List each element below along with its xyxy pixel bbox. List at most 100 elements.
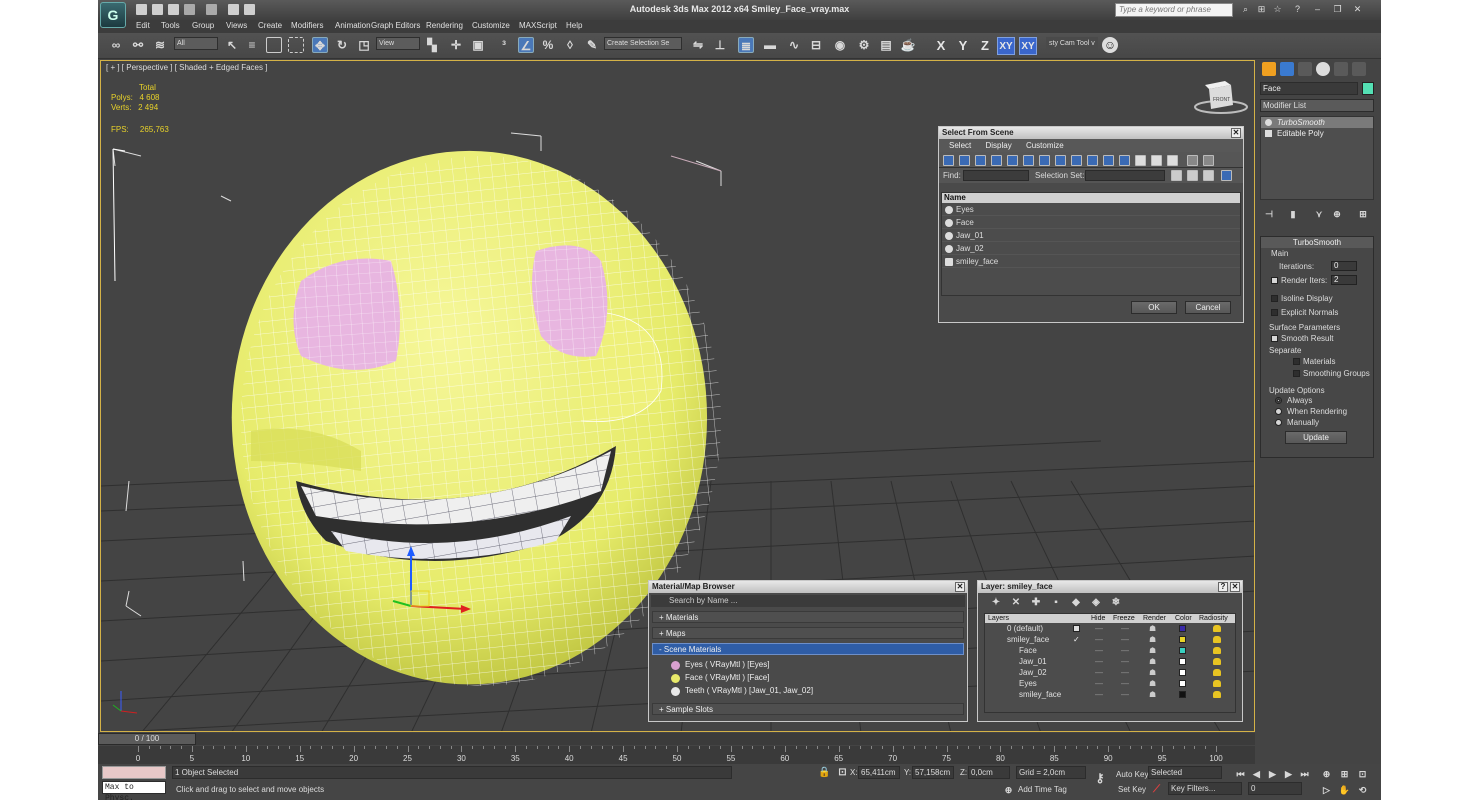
- select-and-move-icon[interactable]: ✥: [312, 37, 328, 53]
- star-icon[interactable]: ☆: [1272, 4, 1283, 15]
- play-icon[interactable]: ▶: [1266, 766, 1279, 779]
- freeze-toggle[interactable]: —: [1121, 623, 1129, 634]
- smooth-result-checkbox[interactable]: [1271, 335, 1278, 342]
- render-teapot-icon[interactable]: ☗: [1149, 667, 1156, 678]
- stack-item-turbosmooth[interactable]: TurboSmooth: [1261, 117, 1373, 128]
- turbosmooth-rollout-title[interactable]: TurboSmooth: [1261, 237, 1373, 248]
- render-setup-icon[interactable]: ⚙: [856, 37, 872, 53]
- app-logo-icon[interactable]: G: [100, 2, 126, 28]
- hide-toggle[interactable]: —: [1095, 645, 1103, 656]
- scene-material-item[interactable]: Face ( VRayMtl ) [Face]: [659, 672, 964, 684]
- table-row[interactable]: smiley_face ✓ — — ☗: [985, 634, 1235, 645]
- add-time-tag[interactable]: Add Time Tag: [1018, 785, 1067, 794]
- help-icon[interactable]: ?: [1218, 582, 1228, 592]
- display-none-icon[interactable]: [1151, 155, 1162, 166]
- viewport-label[interactable]: [ + ] [ Perspective ] [ Shaded + Edged F…: [106, 63, 267, 72]
- menu-graph-editors[interactable]: Graph Editors: [371, 21, 420, 30]
- y-coordinate-field[interactable]: 57,158cm: [912, 766, 954, 779]
- stack-item-editable-poly[interactable]: Editable Poly: [1261, 128, 1373, 139]
- x-coordinate-field[interactable]: 65,411cm: [858, 766, 900, 779]
- layer-manager-icon[interactable]: ≣: [738, 37, 754, 53]
- infocenter-icon[interactable]: ⊞: [1256, 4, 1267, 15]
- lock-selection-icon[interactable]: 🔒: [818, 765, 831, 778]
- go-to-end-icon[interactable]: ⏭: [1298, 766, 1311, 779]
- modify-tab-icon[interactable]: [1280, 62, 1294, 76]
- binoculars-icon[interactable]: ⌕: [1240, 4, 1251, 15]
- display-all-icon[interactable]: [1135, 155, 1146, 166]
- graphite-ribbon-icon[interactable]: ▬: [762, 37, 778, 53]
- hide-toggle[interactable]: —: [1095, 678, 1103, 689]
- maxscript-listener-pink[interactable]: [102, 766, 166, 779]
- display-shapes-icon[interactable]: [959, 155, 970, 166]
- layer-color-swatch[interactable]: [1179, 658, 1186, 665]
- snaps-toggle-icon[interactable]: ³: [496, 37, 512, 53]
- edit-named-selection-icon[interactable]: ✎: [584, 37, 600, 53]
- sfs-menu-select[interactable]: Select: [949, 139, 971, 152]
- select-by-name-icon[interactable]: ≡: [244, 37, 260, 53]
- expand-icon[interactable]: [1265, 130, 1272, 137]
- sfs-menu-customize[interactable]: Customize: [1026, 139, 1064, 152]
- list-item[interactable]: smiley_face: [942, 255, 1240, 268]
- column-layers[interactable]: Layers: [988, 614, 1009, 623]
- create-set-icon[interactable]: [1171, 170, 1182, 181]
- column-radiosity[interactable]: Radiosity: [1199, 614, 1228, 623]
- make-unique-icon[interactable]: ⋎: [1312, 206, 1326, 219]
- percent-snap-icon[interactable]: %: [540, 37, 556, 53]
- current-frame-field[interactable]: 0: [1248, 782, 1302, 795]
- render-teapot-icon[interactable]: ☗: [1149, 645, 1156, 656]
- layer-color-swatch[interactable]: [1179, 691, 1186, 698]
- keyboard-shortcut-override-icon[interactable]: ▣: [470, 37, 486, 53]
- axis-x-button[interactable]: X: [932, 37, 950, 55]
- display-xrefs-icon[interactable]: [1055, 155, 1066, 166]
- find-input[interactable]: [963, 170, 1029, 181]
- display-spacewarps-icon[interactable]: [1023, 155, 1034, 166]
- always-radio[interactable]: [1275, 397, 1282, 404]
- table-row[interactable]: Eyes — — ☗: [985, 678, 1235, 689]
- render-teapot-icon[interactable]: ☗: [1149, 678, 1156, 689]
- spinner-snap-icon[interactable]: ◊: [562, 37, 578, 53]
- active-layer-checkbox[interactable]: [1073, 625, 1080, 632]
- radiosity-bulb-icon[interactable]: [1213, 691, 1221, 698]
- menu-views[interactable]: Views: [226, 21, 247, 30]
- radiosity-bulb-icon[interactable]: [1213, 680, 1221, 687]
- create-tab-icon[interactable]: [1262, 62, 1276, 76]
- materials-checkbox[interactable]: [1293, 358, 1300, 365]
- render-teapot-icon[interactable]: ☗: [1149, 689, 1156, 700]
- display-geometry-icon[interactable]: [943, 155, 954, 166]
- pivot-center-icon[interactable]: ▚: [424, 37, 440, 53]
- create-layer-icon[interactable]: ✦: [988, 595, 1004, 611]
- remove-set-icon[interactable]: [1187, 170, 1198, 181]
- active-layer-check-icon[interactable]: ✓: [1073, 634, 1080, 645]
- display-tab-icon[interactable]: [1334, 62, 1348, 76]
- radiosity-bulb-icon[interactable]: [1213, 669, 1221, 676]
- window-crossing-icon[interactable]: [288, 37, 304, 53]
- radiosity-bulb-icon[interactable]: [1213, 658, 1221, 665]
- category-sample-slots[interactable]: + Sample Slots: [652, 703, 964, 715]
- field-of-view-icon[interactable]: ▷: [1320, 782, 1333, 795]
- menu-tools[interactable]: Tools: [161, 21, 180, 30]
- table-row[interactable]: Face — — ☗: [985, 645, 1235, 656]
- column-render[interactable]: Render: [1143, 614, 1166, 623]
- list-item[interactable]: Jaw_02: [942, 242, 1240, 255]
- pan-view-icon[interactable]: ✋: [1338, 782, 1351, 795]
- previous-frame-icon[interactable]: ◀: [1250, 766, 1263, 779]
- render-teapot-icon[interactable]: ☗: [1149, 623, 1156, 634]
- select-and-rotate-icon[interactable]: ↻: [334, 37, 350, 53]
- table-row[interactable]: 0 (default) — — ☗: [985, 623, 1235, 634]
- layer-color-swatch[interactable]: [1179, 636, 1186, 643]
- close-icon[interactable]: ✕: [1230, 582, 1240, 592]
- object-color-swatch[interactable]: [1362, 82, 1374, 95]
- smoothing-groups-checkbox[interactable]: [1293, 370, 1300, 377]
- smiley-tool-icon[interactable]: ☺: [1102, 37, 1118, 53]
- help-icon[interactable]: ?: [1292, 4, 1303, 15]
- render-teapot-icon[interactable]: ☗: [1149, 656, 1156, 667]
- restore-icon[interactable]: ❐: [1332, 4, 1343, 15]
- curve-editor-icon[interactable]: ∿: [786, 37, 802, 53]
- select-objects-icon[interactable]: ▪: [1048, 595, 1064, 611]
- pin-stack-icon[interactable]: ⊣: [1262, 206, 1276, 219]
- display-groups-icon[interactable]: [1039, 155, 1050, 166]
- bind-space-warp-icon[interactable]: ≋: [152, 37, 168, 53]
- named-selection-dropdown[interactable]: Create Selection Se: [604, 37, 682, 50]
- radiosity-bulb-icon[interactable]: [1213, 625, 1221, 632]
- zoom-all-icon[interactable]: ⊞: [1338, 766, 1351, 779]
